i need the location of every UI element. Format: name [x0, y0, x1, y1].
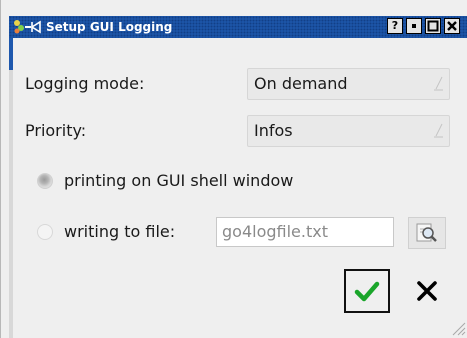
dropdown-arrow-icon [434, 123, 443, 138]
radio-shell-window[interactable] [37, 173, 53, 189]
help-button-label: ? [391, 19, 399, 32]
radio-write-file-label[interactable]: writing to file: [64, 222, 175, 242]
logging-mode-label: Logging mode: [25, 74, 145, 93]
checkmark-icon [354, 281, 380, 302]
radio-write-file[interactable] [37, 224, 53, 240]
logging-mode-select[interactable]: On demand [247, 68, 450, 100]
dialog-content: Logging mode: On demand Priority: Infos … [13, 38, 467, 338]
ok-button[interactable] [344, 269, 390, 313]
x-icon [417, 281, 437, 301]
priority-select[interactable]: Infos [247, 115, 450, 147]
minimize-icon [412, 24, 416, 28]
resize-grip-icon[interactable] [450, 320, 466, 336]
priority-label: Priority: [25, 121, 87, 140]
browse-file-button[interactable] [408, 217, 446, 249]
close-icon [447, 21, 457, 31]
cancel-button[interactable] [404, 269, 450, 313]
window-title: Setup GUI Logging [46, 20, 173, 34]
radio-shell-window-label[interactable]: printing on GUI shell window [64, 171, 293, 191]
dialog-window: Setup GUI Logging ? Logging mode: On dem… [0, 0, 467, 338]
log-file-name-value: go4logfile.txt [222, 222, 328, 241]
close-window-button[interactable] [444, 18, 460, 34]
minimize-button[interactable] [406, 18, 422, 34]
log-file-name-input[interactable]: go4logfile.txt [216, 217, 394, 247]
help-button[interactable]: ? [387, 18, 403, 34]
app-icon [14, 20, 41, 34]
maximize-icon [427, 20, 439, 32]
title-bar[interactable]: Setup GUI Logging ? [9, 16, 467, 38]
dropdown-arrow-icon [434, 76, 443, 91]
maximize-button[interactable] [425, 18, 441, 34]
priority-value: Infos [254, 121, 293, 140]
logging-mode-value: On demand [254, 74, 348, 93]
magnifier-icon [416, 223, 437, 242]
